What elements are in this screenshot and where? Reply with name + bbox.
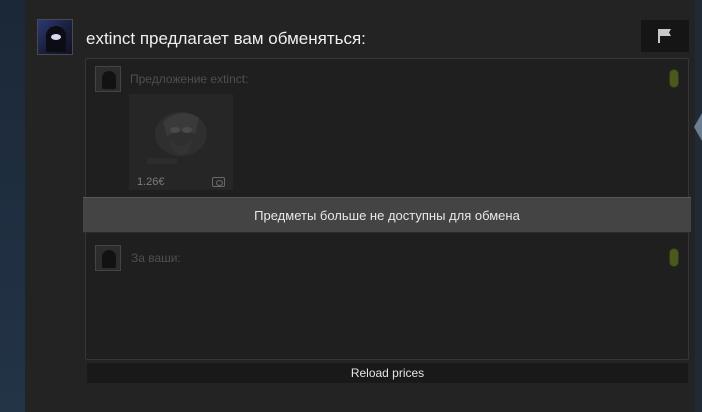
my-ready-indicator <box>669 248 679 267</box>
avatar-figure <box>102 250 116 268</box>
partner-ready-indicator <box>669 69 679 88</box>
avatar-figure <box>46 26 66 52</box>
partner-avatar <box>95 66 121 92</box>
unavailable-message: Предметы больше не доступны для обмена <box>254 207 520 223</box>
report-button[interactable] <box>641 20 689 52</box>
partner-offer-label: Предложение extinct: <box>130 72 249 86</box>
flag-icon <box>658 29 671 43</box>
cash-icon <box>212 177 225 187</box>
my-avatar <box>95 245 121 271</box>
items-unavailable-banner: Предметы больше не доступны для обмена <box>83 197 691 233</box>
sidebar-strip <box>0 0 25 412</box>
page-title: extinct предлагает вам обменяться: <box>86 29 366 48</box>
item-price: 1.26€ <box>137 176 165 188</box>
avatar[interactable] <box>37 19 73 55</box>
your-items-label: За ваши: <box>131 251 181 265</box>
avatar-figure <box>102 71 116 89</box>
chevron-left-icon[interactable] <box>694 113 702 141</box>
reload-prices-button[interactable]: Reload prices <box>87 363 688 383</box>
